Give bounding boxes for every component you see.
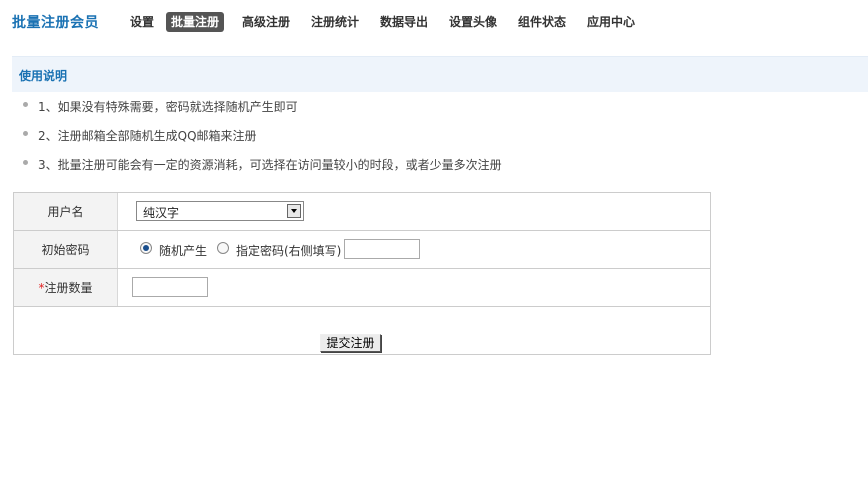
password-row: 初始密码 随机产生 指定密码(右侧填写) — [14, 231, 710, 269]
radio-custom-password[interactable] — [217, 242, 229, 254]
count-row: *注册数量 — [14, 269, 710, 307]
tab-component-status[interactable]: 组件状态 — [513, 12, 571, 32]
top-navigation: 批量注册会员 设置 批量注册 高级注册 注册统计 数据导出 设置头像 组件状态 … — [0, 0, 868, 44]
submit-register-button[interactable]: 提交注册 — [320, 334, 381, 352]
custom-password-input[interactable] — [344, 239, 420, 259]
chevron-down-icon[interactable] — [287, 204, 301, 218]
instructions-header: 使用说明 — [12, 56, 868, 92]
page-title: 批量注册会员 — [12, 12, 99, 32]
count-label: *注册数量 — [14, 269, 118, 306]
instruction-item: 2、注册邮箱全部随机生成QQ邮箱来注册 — [38, 128, 257, 144]
password-label: 初始密码 — [14, 231, 118, 268]
register-form: 用户名 纯汉字 初始密码 随机产生 指定密码(右侧填写) *注册数量 — [13, 192, 711, 355]
instruction-item: 3、批量注册可能会有一定的资源消耗，可选择在访问量较小的时段，或者少量多次注册 — [38, 157, 502, 173]
username-label: 用户名 — [14, 193, 118, 230]
bullet-icon — [23, 131, 28, 136]
register-count-input[interactable] — [132, 277, 208, 297]
tab-advanced-register[interactable]: 高级注册 — [237, 12, 295, 32]
username-type-value: 纯汉字 — [143, 204, 179, 221]
tab-batch-register[interactable]: 批量注册 — [166, 12, 224, 32]
username-type-select[interactable]: 纯汉字 — [136, 201, 304, 221]
count-label-text: 注册数量 — [44, 281, 92, 295]
tab-set-avatar[interactable]: 设置头像 — [444, 12, 502, 32]
tab-data-export[interactable]: 数据导出 — [375, 12, 433, 32]
radio-custom-label[interactable]: 指定密码(右侧填写) — [236, 242, 341, 259]
tab-settings[interactable]: 设置 — [125, 12, 159, 32]
bullet-icon — [23, 102, 28, 107]
tab-register-stats[interactable]: 注册统计 — [306, 12, 364, 32]
radio-random-label[interactable]: 随机产生 — [159, 242, 207, 259]
username-row: 用户名 纯汉字 — [14, 193, 710, 231]
radio-random-password[interactable] — [140, 242, 152, 254]
bullet-icon — [23, 160, 28, 165]
instruction-item: 1、如果没有特殊需要，密码就选择随机产生即可 — [38, 99, 298, 115]
tab-app-center[interactable]: 应用中心 — [582, 12, 640, 32]
instructions-title: 使用说明 — [19, 67, 67, 84]
